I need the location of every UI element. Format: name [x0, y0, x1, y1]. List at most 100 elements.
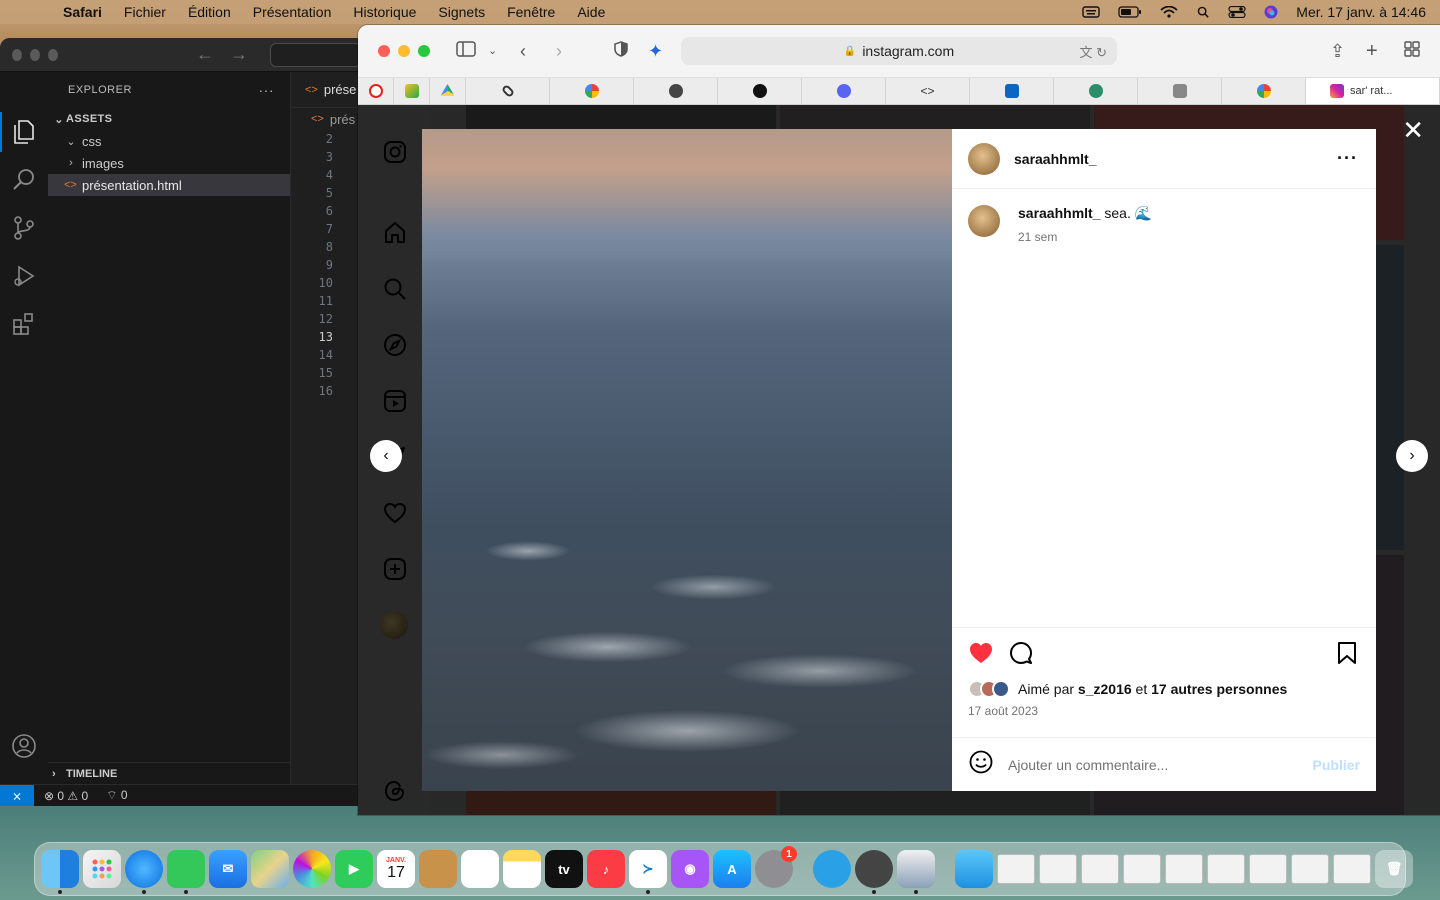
breadcrumb[interactable]: <> prés — [291, 108, 362, 130]
menu-presentation[interactable]: Présentation — [242, 4, 343, 20]
comment-input[interactable]: Ajouter un commentaire... — [1008, 757, 1168, 773]
liked-by-others[interactable]: 17 autres personnes — [1151, 681, 1287, 697]
menu-aide[interactable]: Aide — [566, 4, 616, 20]
keyboard-icon[interactable] — [1082, 6, 1100, 18]
minimized-window[interactable] — [1291, 854, 1329, 884]
tab-instagram-active[interactable]: sar' rat... — [1306, 78, 1440, 104]
vscode-forward-icon[interactable]: → — [230, 44, 248, 65]
ports-status[interactable]: ⌔ 0 — [106, 788, 127, 803]
close-window-button[interactable] — [378, 45, 390, 57]
app-store-icon[interactable]: A — [713, 850, 751, 888]
folder-images[interactable]: › images — [48, 152, 290, 174]
tab-squarespace[interactable] — [466, 78, 550, 104]
vscode-zoom-button[interactable] — [48, 48, 58, 61]
calendar-icon[interactable]: JANV. 17 — [377, 850, 415, 888]
caption-username[interactable]: saraahhmlt_ — [1018, 205, 1100, 221]
close-modal-icon[interactable]: ✕ — [1402, 117, 1424, 143]
save-bookmark-icon[interactable] — [1334, 640, 1360, 671]
vscode-minimize-button[interactable] — [30, 48, 40, 61]
zoom-window-button[interactable] — [418, 45, 430, 57]
file-presentation-html[interactable]: <> présentation.html — [48, 174, 290, 196]
system-settings-icon[interactable]: 1 — [755, 846, 797, 888]
chevron-down-icon[interactable]: ⌄ — [488, 39, 497, 63]
publish-button[interactable]: Publier — [1313, 757, 1360, 773]
tab-overview-icon[interactable] — [1404, 39, 1420, 63]
menu-app-name[interactable]: Safari — [52, 4, 113, 20]
minimized-window[interactable] — [1165, 854, 1203, 884]
source-control-icon[interactable] — [10, 214, 38, 242]
run-debug-icon[interactable] — [10, 262, 38, 290]
mammoth-dark-app-icon[interactable] — [855, 850, 893, 894]
author-avatar[interactable] — [968, 142, 1000, 175]
reminders-icon[interactable] — [461, 850, 499, 888]
extensions-icon[interactable] — [10, 310, 38, 338]
tab-google[interactable] — [550, 78, 634, 104]
extension-runner-icon[interactable]: ✦ — [648, 39, 663, 63]
launchpad-icon[interactable] — [83, 850, 121, 888]
minimize-window-button[interactable] — [398, 45, 410, 57]
wifi-icon[interactable] — [1160, 6, 1178, 18]
notes-icon[interactable] — [503, 850, 541, 888]
siri-icon[interactable] — [1264, 5, 1278, 19]
privacy-shield-icon[interactable] — [614, 39, 628, 63]
accounts-icon[interactable] — [10, 732, 38, 760]
share-icon[interactable]: ⇪ — [1330, 39, 1345, 63]
tab-turtle[interactable] — [1054, 78, 1138, 104]
tab-linkedin[interactable] — [970, 78, 1054, 104]
battery-icon[interactable] — [1118, 6, 1142, 18]
emoji-icon[interactable] — [968, 749, 994, 780]
menu-signets[interactable]: Signets — [427, 4, 496, 20]
next-post-button[interactable]: › — [1396, 440, 1428, 472]
facetime-icon[interactable]: ▶ — [335, 850, 373, 888]
minimized-window[interactable] — [1123, 854, 1161, 884]
translate-reload-icon[interactable]: 文 ↻ — [1079, 42, 1107, 61]
comment-icon[interactable] — [1008, 640, 1034, 671]
menu-fenetre[interactable]: Fenêtre — [496, 4, 566, 20]
sidebar-toggle-icon[interactable] — [456, 39, 476, 63]
minimized-window[interactable] — [1333, 854, 1371, 884]
mammoth-app-icon[interactable] — [813, 850, 851, 888]
forward-icon[interactable]: › — [556, 39, 562, 63]
menu-fichier[interactable]: Fichier — [113, 4, 177, 20]
post-date[interactable]: 17 août 2023 — [968, 704, 1360, 718]
apple-tv-icon[interactable]: tv — [545, 850, 583, 888]
preview-app-icon[interactable] — [897, 850, 935, 894]
menu-historique[interactable]: Historique — [342, 4, 427, 20]
minimized-window[interactable] — [1039, 854, 1077, 884]
caption-time[interactable]: 21 sem — [1018, 230, 1152, 244]
minimized-window[interactable] — [1207, 854, 1245, 884]
tab-discord[interactable] — [802, 78, 886, 104]
minimized-window[interactable] — [997, 854, 1035, 884]
problems-status[interactable]: ⊗ 0 ⚠ 0 — [44, 789, 88, 803]
timeline-section[interactable]: › TIMELINE — [48, 762, 291, 784]
explorer-more-icon[interactable]: ··· — [259, 82, 291, 98]
control-center-icon[interactable] — [1228, 6, 1246, 18]
minimized-window[interactable] — [1249, 854, 1287, 884]
tab-drive[interactable] — [430, 78, 466, 104]
caption-avatar[interactable] — [968, 205, 1000, 237]
podcasts-icon[interactable]: ◉ — [671, 850, 709, 888]
explorer-icon[interactable] — [10, 118, 38, 146]
tab-figma[interactable] — [718, 78, 802, 104]
new-tab-icon[interactable]: + — [1366, 39, 1378, 63]
menu-edition[interactable]: Édition — [177, 4, 242, 20]
contacts-icon[interactable] — [419, 850, 457, 888]
tab-stickman[interactable] — [394, 78, 430, 104]
tab-grammarly[interactable] — [1138, 78, 1222, 104]
minimized-window[interactable] — [1081, 854, 1119, 884]
back-icon[interactable]: ‹ — [520, 39, 526, 63]
trash-icon[interactable]: 🗑 — [1375, 850, 1413, 888]
liked-by-user[interactable]: s_z2016 — [1078, 681, 1132, 697]
spotlight-search-icon[interactable] — [1196, 6, 1210, 18]
more-options-icon[interactable]: ··· — [1337, 148, 1358, 169]
menubar-clock[interactable]: Mer. 17 janv. à 14:46 — [1296, 4, 1426, 20]
safari-icon[interactable] — [125, 850, 163, 894]
author-username[interactable]: saraahhmlt_ — [1014, 151, 1096, 167]
vscode-back-icon[interactable]: ← — [196, 44, 214, 65]
tab-opera[interactable] — [358, 78, 394, 104]
tab-github[interactable] — [634, 78, 718, 104]
messages-icon[interactable] — [167, 850, 205, 894]
vscode-close-button[interactable] — [12, 48, 22, 61]
folder-css[interactable]: ⌄ css — [48, 130, 290, 152]
like-heart-icon[interactable] — [968, 640, 994, 671]
